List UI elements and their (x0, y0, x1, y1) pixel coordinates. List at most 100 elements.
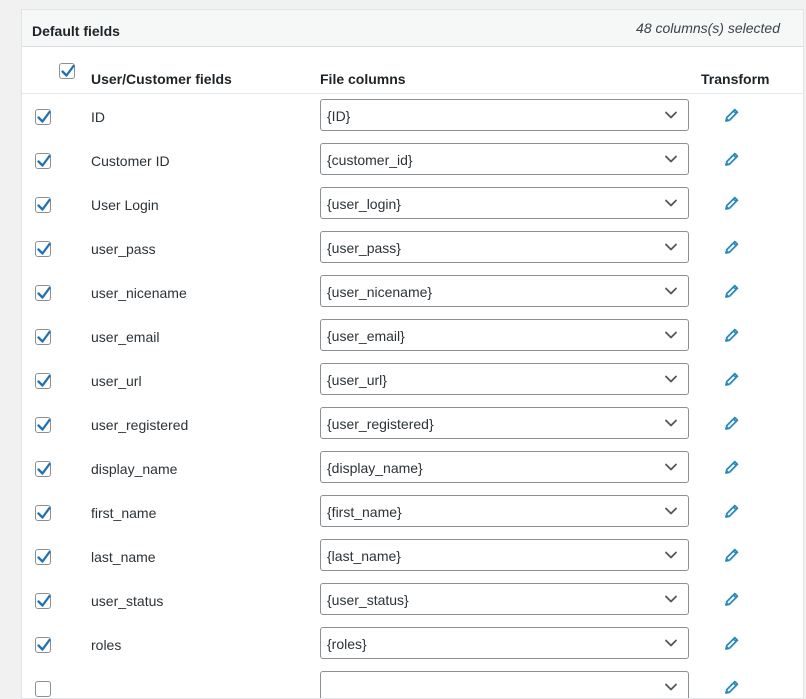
checkmark-icon (37, 374, 51, 387)
field-label: user_url (91, 373, 142, 389)
table-row: display_name {display_name} (22, 446, 803, 490)
field-rows: ID {ID} Customer ID {customer_id} User L… (22, 94, 803, 698)
file-column-value: {roles} (327, 636, 367, 652)
checkmark-icon (37, 462, 51, 475)
file-column-value: {display_name} (327, 460, 423, 476)
file-column-select[interactable]: {last_name} (320, 539, 689, 571)
file-column-select[interactable]: {user_pass} (320, 231, 689, 263)
pencil-icon[interactable] (723, 194, 741, 212)
file-column-select[interactable]: {first_name} (320, 495, 689, 527)
file-column-select[interactable] (320, 671, 689, 698)
field-label: Customer ID (91, 153, 170, 169)
select-all-checkbox[interactable] (59, 63, 75, 79)
checkmark-icon (37, 154, 51, 167)
field-label: user_nicename (91, 285, 187, 301)
field-label: User Login (91, 197, 159, 213)
field-checkbox[interactable] (35, 637, 51, 653)
table-row: user_pass {user_pass} (22, 226, 803, 270)
table-row: user_email {user_email} (22, 314, 803, 358)
pencil-icon[interactable] (723, 678, 741, 696)
chevron-down-icon (665, 287, 677, 295)
chevron-down-icon (665, 551, 677, 559)
chevron-down-icon (665, 331, 677, 339)
checkmark-icon (37, 418, 51, 431)
field-label: user_registered (91, 417, 189, 433)
field-label: roles (91, 637, 122, 653)
chevron-down-icon (665, 595, 677, 603)
checkmark-icon (37, 506, 51, 519)
field-checkbox[interactable] (35, 417, 51, 433)
pencil-icon[interactable] (723, 546, 741, 564)
field-checkbox[interactable] (35, 285, 51, 301)
table-row: first_name {first_name} (22, 490, 803, 534)
selected-count: 48 columns(s) selected (636, 20, 780, 36)
table-row: user_url {user_url} (22, 358, 803, 402)
file-column-select[interactable]: {user_email} (320, 319, 689, 351)
field-label: display_name (91, 461, 178, 477)
chevron-down-icon (665, 463, 677, 471)
file-column-value: {user_login} (327, 196, 401, 212)
file-column-value: {user_status} (327, 592, 409, 608)
pencil-icon[interactable] (723, 150, 741, 168)
default-fields-panel: Default fields 48 columns(s) selected Us… (21, 9, 804, 699)
file-column-select[interactable]: {customer_id} (320, 143, 689, 175)
file-column-value: {last_name} (327, 548, 401, 564)
file-column-select[interactable]: {user_status} (320, 583, 689, 615)
table-row: ID {ID} (22, 94, 803, 138)
file-column-value: {user_registered} (327, 416, 434, 432)
table-row (22, 666, 803, 698)
table-row: last_name {last_name} (22, 534, 803, 578)
panel-title: Default fields (32, 23, 120, 39)
file-column-value: {first_name} (327, 504, 402, 520)
checkmark-icon (37, 286, 51, 299)
pencil-icon[interactable] (723, 106, 741, 124)
file-column-select[interactable]: {user_registered} (320, 407, 689, 439)
file-column-value: {user_email} (327, 328, 405, 344)
column-header-fields: User/Customer fields (91, 71, 232, 87)
chevron-down-icon (665, 419, 677, 427)
table-row: user_nicename {user_nicename} (22, 270, 803, 314)
checkmark-icon (61, 64, 75, 77)
pencil-icon[interactable] (723, 634, 741, 652)
file-column-select[interactable]: {ID} (320, 99, 689, 131)
field-checkbox[interactable] (35, 153, 51, 169)
table-header-row: User/Customer fields File columns Transf… (22, 57, 803, 94)
pencil-icon[interactable] (723, 414, 741, 432)
table-row: Customer ID {customer_id} (22, 138, 803, 182)
pencil-icon[interactable] (723, 326, 741, 344)
file-column-value: {user_url} (327, 372, 387, 388)
field-checkbox[interactable] (35, 461, 51, 477)
file-column-value: {user_pass} (327, 240, 401, 256)
pencil-icon[interactable] (723, 590, 741, 608)
file-column-select[interactable]: {roles} (320, 627, 689, 659)
table-row: User Login {user_login} (22, 182, 803, 226)
pencil-icon[interactable] (723, 370, 741, 388)
field-checkbox[interactable] (35, 549, 51, 565)
field-label: first_name (91, 505, 157, 521)
pencil-icon[interactable] (723, 502, 741, 520)
field-checkbox[interactable] (35, 197, 51, 213)
file-column-select[interactable]: {user_nicename} (320, 275, 689, 307)
file-column-select[interactable]: {user_login} (320, 187, 689, 219)
table-row: user_registered {user_registered} (22, 402, 803, 446)
field-checkbox[interactable] (35, 329, 51, 345)
file-column-value: {ID} (327, 108, 351, 124)
chevron-down-icon (665, 375, 677, 383)
field-checkbox[interactable] (35, 681, 51, 697)
checkmark-icon (37, 638, 51, 651)
field-checkbox[interactable] (35, 373, 51, 389)
checkmark-icon (37, 110, 51, 123)
pencil-icon[interactable] (723, 458, 741, 476)
pencil-icon[interactable] (723, 282, 741, 300)
field-checkbox[interactable] (35, 241, 51, 257)
file-column-select[interactable]: {display_name} (320, 451, 689, 483)
field-label: user_status (91, 593, 164, 609)
file-column-select[interactable]: {user_url} (320, 363, 689, 395)
field-checkbox[interactable] (35, 109, 51, 125)
field-checkbox[interactable] (35, 593, 51, 609)
chevron-down-icon (665, 639, 677, 647)
panel-header: Default fields 48 columns(s) selected (22, 10, 803, 47)
chevron-down-icon (665, 111, 677, 119)
pencil-icon[interactable] (723, 238, 741, 256)
field-checkbox[interactable] (35, 505, 51, 521)
